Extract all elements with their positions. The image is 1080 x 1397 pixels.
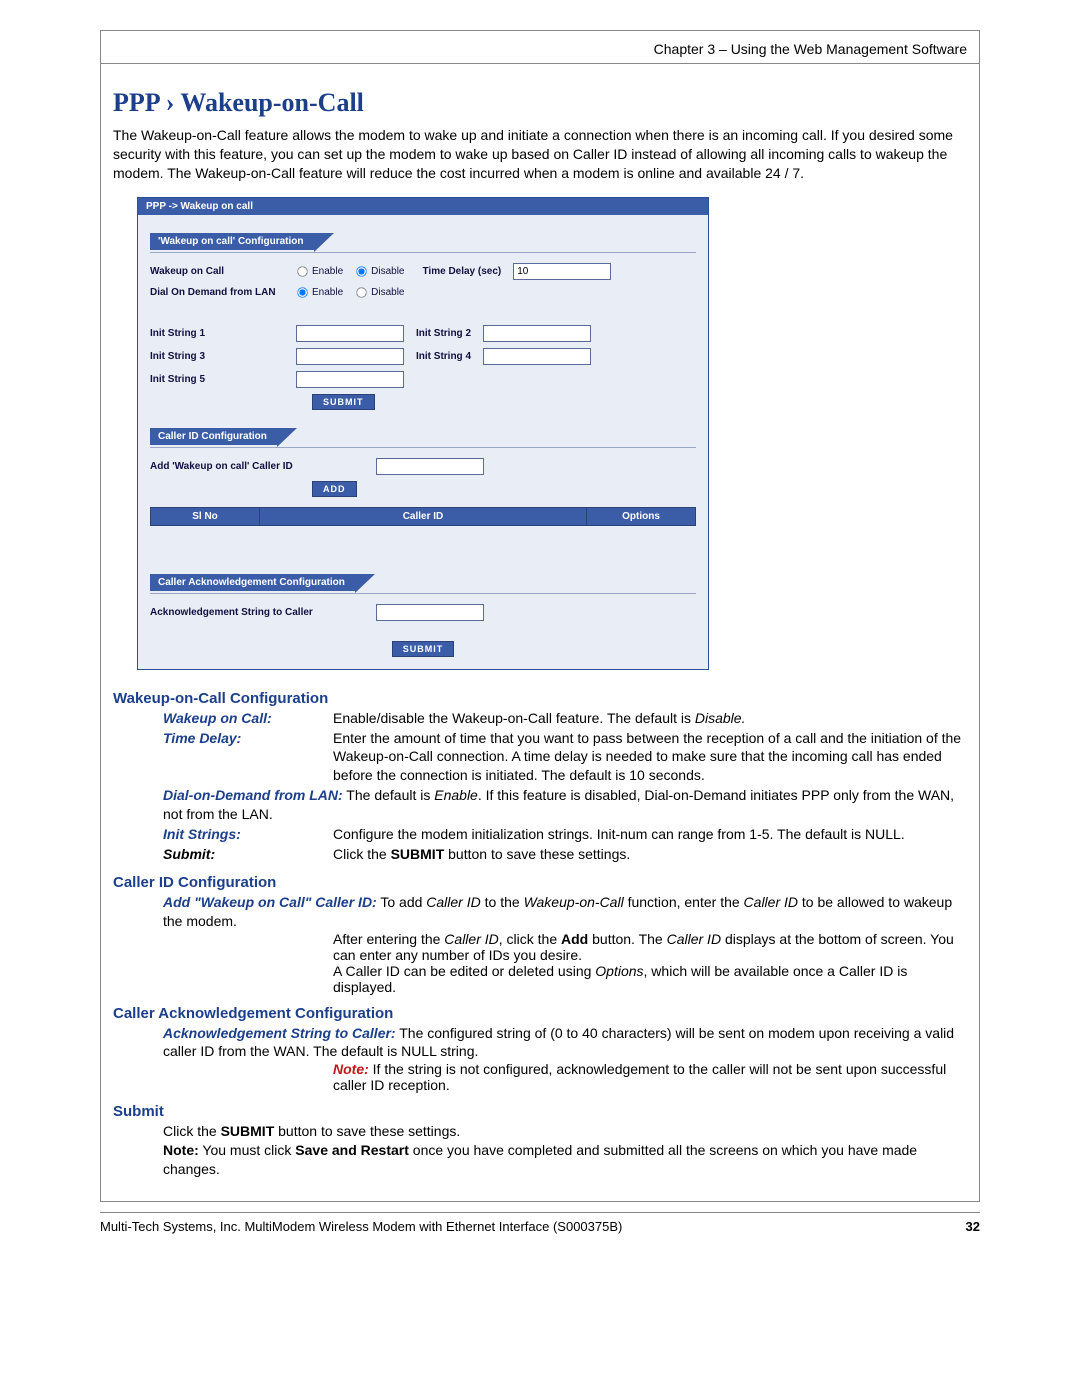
ack-string-input[interactable] — [376, 604, 484, 621]
term-wakeup-on-call: Wakeup on Call: — [163, 709, 333, 728]
term-add-caller-id: Add "Wakeup on Call" Caller ID: — [163, 894, 377, 910]
init-string-5-label: Init String 5 — [150, 374, 290, 385]
time-delay-label: Time Delay (sec) — [423, 266, 502, 277]
breadcrumb: PPP -> Wakeup on call — [138, 198, 708, 215]
th-options: Options — [587, 507, 696, 525]
def-body: Add "Wakeup on Call" Caller ID: To add C… — [163, 893, 967, 931]
init-string-4-label: Init String 4 — [416, 351, 471, 362]
dod-disable-radio[interactable]: Disable — [355, 286, 404, 299]
dod-enable-radio[interactable]: Enable — [296, 286, 343, 299]
radio-label-disable: Disable — [371, 266, 404, 277]
time-delay-input[interactable] — [513, 263, 611, 280]
init-string-3-input[interactable] — [296, 348, 404, 365]
add-button[interactable]: ADD — [312, 481, 357, 497]
def-body: Acknowledgement String to Caller: The co… — [163, 1024, 967, 1062]
def-body: Click the SUBMIT button to save these se… — [163, 1122, 967, 1141]
submit-button[interactable]: SUBMIT — [312, 394, 375, 410]
section-heading: Caller ID Configuration — [113, 874, 967, 891]
init-string-4-input[interactable] — [483, 348, 591, 365]
def-body: Dial-on-Demand from LAN: The default is … — [163, 786, 967, 824]
def-body: Click the SUBMIT button to save these se… — [333, 845, 967, 864]
caller-id-table: Sl No Caller ID Options — [150, 507, 696, 526]
embedded-screenshot: PPP -> Wakeup on call 'Wakeup on call' C… — [137, 197, 709, 670]
page-number: 32 — [966, 1219, 980, 1234]
def-body: A Caller ID can be edited or deleted usi… — [333, 963, 967, 995]
init-string-2-input[interactable] — [483, 325, 591, 342]
th-slno: Sl No — [151, 507, 260, 525]
def-body: Configure the modem initialization strin… — [333, 825, 967, 844]
chapter-header: Chapter 3 – Using the Web Management Sof… — [101, 31, 979, 63]
intro-paragraph: The Wakeup-on-Call feature allows the mo… — [113, 126, 967, 183]
wakeup-disable-radio[interactable]: Disable — [355, 265, 404, 278]
term-ack-string: Acknowledgement String to Caller: — [163, 1025, 396, 1041]
note-label: Note: — [333, 1061, 369, 1077]
section-heading: Wakeup-on-Call Configuration — [113, 690, 967, 707]
def-body: Note: If the string is not configured, a… — [333, 1061, 967, 1093]
term-init-strings: Init Strings: — [163, 825, 333, 844]
wakeup-on-call-label: Wakeup on Call — [150, 266, 290, 277]
section-heading: Submit — [113, 1103, 967, 1120]
footer-text: Multi-Tech Systems, Inc. MultiModem Wire… — [100, 1219, 622, 1234]
radio-label-enable: Enable — [312, 266, 343, 277]
dial-on-demand-label: Dial On Demand from LAN — [150, 287, 290, 298]
th-caller-id: Caller ID — [260, 507, 587, 525]
def-body: Enter the amount of time that you want t… — [333, 729, 967, 786]
init-string-3-label: Init String 3 — [150, 351, 290, 362]
init-string-5-input[interactable] — [296, 371, 404, 388]
section-caller-id-config: Caller ID Configuration — [150, 428, 277, 445]
def-body: After entering the Caller ID, click the … — [333, 931, 967, 963]
radio-label-enable: Enable — [312, 287, 343, 298]
page-title: PPP › Wakeup-on-Call — [113, 88, 967, 118]
def-body: Note: You must click Save and Restart on… — [163, 1141, 967, 1179]
section-heading: Caller Acknowledgement Configuration — [113, 1005, 967, 1022]
init-string-1-input[interactable] — [296, 325, 404, 342]
wakeup-enable-radio[interactable]: Enable — [296, 265, 343, 278]
section-caller-ack-config: Caller Acknowledgement Configuration — [150, 574, 355, 591]
term-dial-on-demand: Dial-on-Demand from LAN: — [163, 787, 343, 803]
term-time-delay: Time Delay: — [163, 729, 333, 786]
def-body: Enable/disable the Wakeup-on-Call featur… — [333, 709, 967, 728]
add-caller-id-label: Add 'Wakeup on call' Caller ID — [150, 461, 370, 472]
add-caller-id-input[interactable] — [376, 458, 484, 475]
radio-label-disable: Disable — [371, 287, 404, 298]
section-wakeup-config: 'Wakeup on call' Configuration — [150, 233, 314, 250]
submit-button[interactable]: SUBMIT — [392, 641, 455, 657]
init-string-1-label: Init String 1 — [150, 328, 290, 339]
init-string-2-label: Init String 2 — [416, 328, 471, 339]
ack-string-label: Acknowledgement String to Caller — [150, 607, 370, 618]
term-submit: Submit: — [163, 845, 333, 864]
